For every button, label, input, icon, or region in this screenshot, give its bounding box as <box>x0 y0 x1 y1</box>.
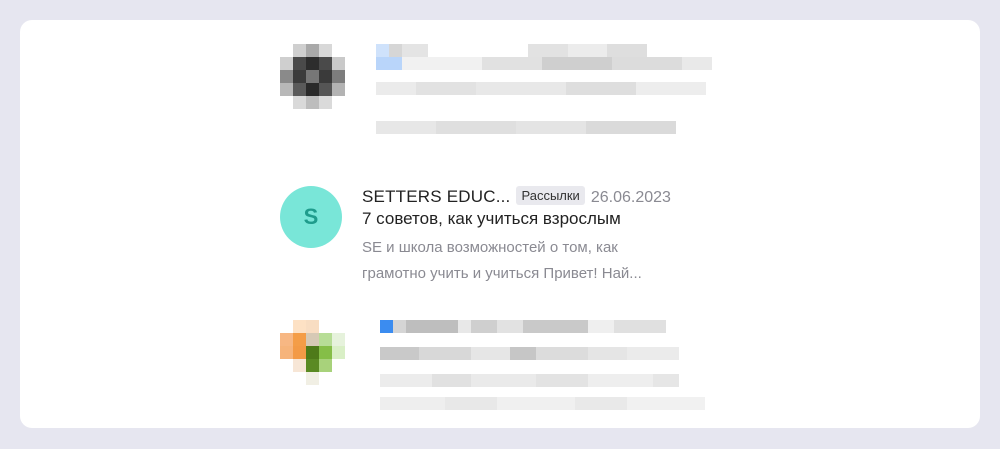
mail-meta: SETTERS EDUC... Рассылки 26.06.2023 <box>362 186 671 207</box>
mail-subject: 7 советов, как учиться взрослым <box>362 209 621 228</box>
mail-preview: SE и школа возможностей о том, как грамо… <box>362 235 692 287</box>
mail-item-blurred-2[interactable] <box>280 320 720 412</box>
category-badge[interactable]: Рассылки <box>516 186 585 205</box>
mail-date: 26.06.2023 <box>590 189 671 206</box>
blurred-line <box>376 82 706 95</box>
avatar-blurred <box>280 320 345 385</box>
mail-item-blurred-1[interactable] <box>280 44 720 134</box>
blurred-line <box>380 374 679 387</box>
blurred-line <box>380 347 679 360</box>
sender-avatar: S <box>280 186 342 248</box>
avatar-letter: S <box>303 204 319 229</box>
blurred-line <box>376 57 712 70</box>
blurred-line <box>376 44 647 57</box>
blurred-line <box>376 121 676 134</box>
mail-preview-line: SE и школа возможностей о том, как <box>362 239 618 256</box>
blurred-line <box>380 320 666 333</box>
mail-list-panel: S SETTERS EDUC... Рассылки 26.06.2023 7 со… <box>20 20 980 428</box>
mail-item[interactable]: S SETTERS EDUC... Рассылки 26.06.2023 7 со… <box>280 186 720 286</box>
sender-name: SETTERS EDUC... <box>362 187 511 206</box>
mail-preview-line: грамотно учить и учиться Привет! Най... <box>362 265 642 282</box>
avatar-blurred <box>280 44 345 109</box>
blurred-line <box>380 397 705 410</box>
